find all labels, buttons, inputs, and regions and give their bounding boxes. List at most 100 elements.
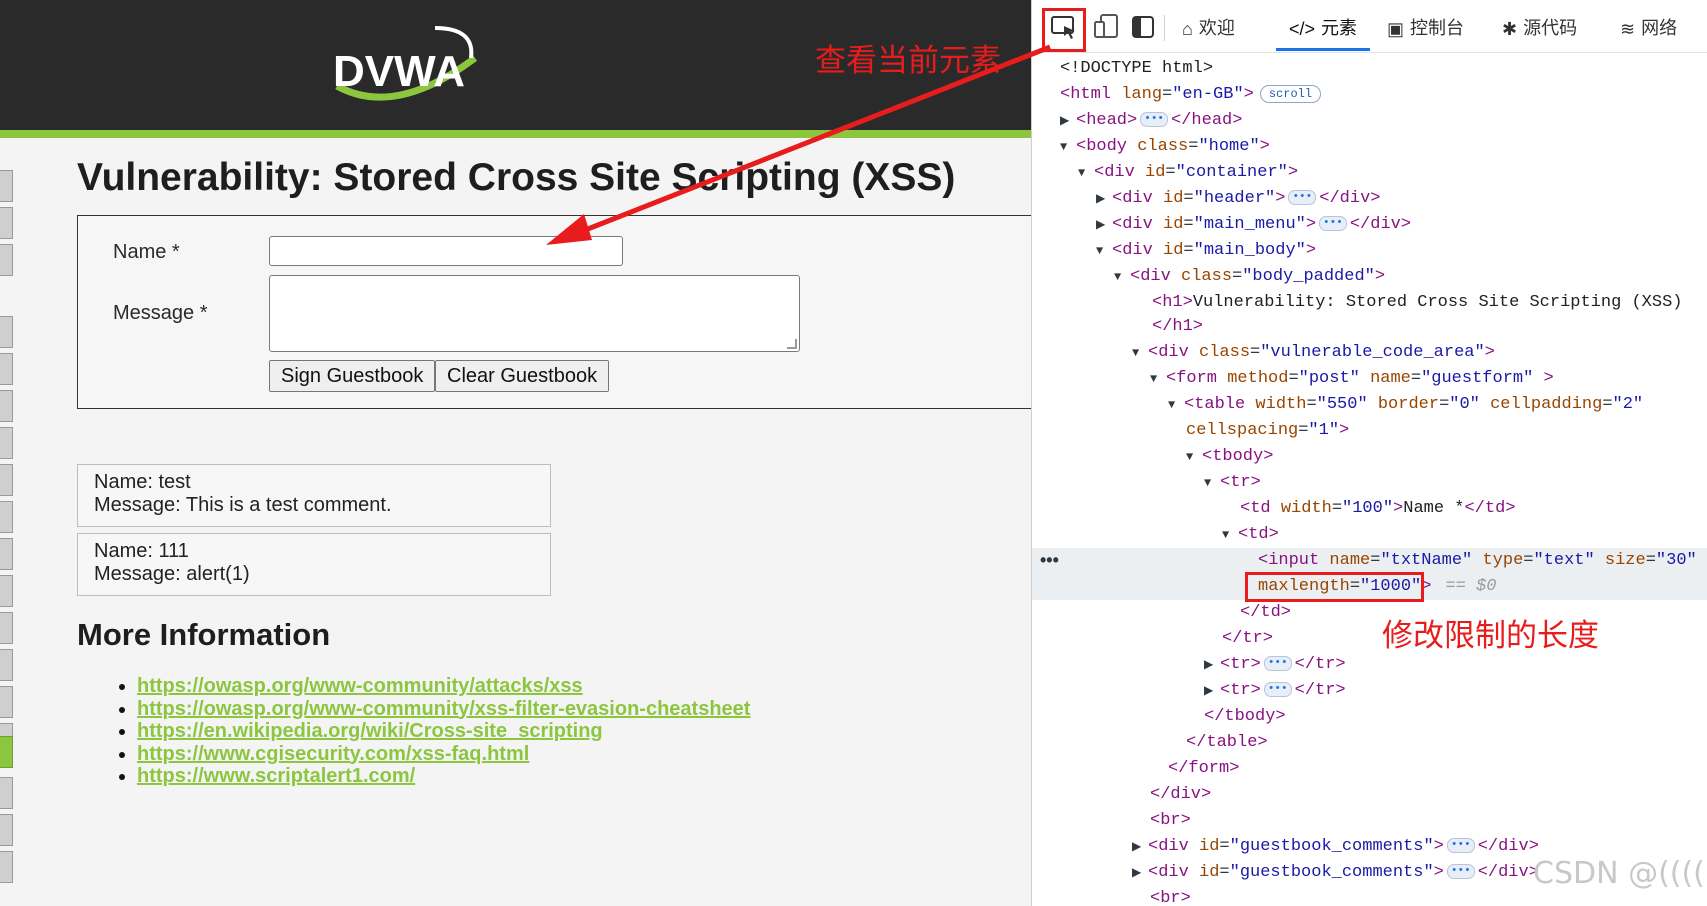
home-icon: ⌂ [1182, 19, 1193, 40]
expand-triangle-icon[interactable]: ▶ [1096, 212, 1112, 238]
guestbook-comment: Name: test Message: This is a test comme… [77, 464, 551, 527]
dom-node[interactable]: <html lang="en-GB"> scroll [1032, 82, 1707, 108]
scroll-badge[interactable]: scroll [1259, 84, 1322, 103]
dom-node[interactable]: ▼ <table width="550" border="0" cellpaddi… [1032, 392, 1707, 418]
comment-message: Message: alert(1) [94, 563, 250, 585]
resize-grip-icon[interactable] [787, 339, 797, 349]
dvwa-logo[interactable]: DVWA [325, 18, 495, 118]
dom-node[interactable]: ▼ <tr> [1032, 470, 1707, 496]
dom-node[interactable]: ▼ <tbody> [1032, 444, 1707, 470]
dom-node[interactable]: ▶ <tr> ••• </tr> [1032, 678, 1707, 704]
expand-triangle-icon[interactable]: ▶ [1096, 186, 1112, 212]
tab-elements[interactable]: </> 元素 [1276, 8, 1370, 51]
sidebar-item[interactable] [0, 686, 13, 718]
dom-node[interactable]: <!DOCTYPE html> [1032, 56, 1707, 82]
sidebar-item[interactable] [0, 777, 13, 809]
ellipsis-icon[interactable]: ••• [1263, 682, 1292, 698]
sidebar-item[interactable] [0, 427, 13, 459]
expand-triangle-icon[interactable]: ▶ [1060, 108, 1076, 134]
dom-node[interactable]: </td> [1032, 600, 1707, 626]
sidebar-item[interactable] [0, 612, 13, 644]
sidebar-item[interactable] [0, 649, 13, 681]
sidebar-item-active[interactable] [0, 736, 13, 768]
collapse-triangle-icon[interactable]: ▼ [1186, 444, 1202, 470]
tab-network[interactable]: ≋ 网络 [1620, 8, 1677, 48]
dom-node[interactable]: ▶ <tr> ••• </tr> [1032, 652, 1707, 678]
comment-message: Message: This is a test comment. [94, 494, 392, 516]
sidebar-item[interactable] [0, 851, 13, 883]
collapse-triangle-icon[interactable]: ▼ [1078, 160, 1094, 186]
sign-guestbook-button[interactable]: Sign Guestbook [269, 360, 436, 392]
dom-node[interactable]: ▼ <div class="body_padded"> [1032, 264, 1707, 290]
reference-link[interactable]: https://owasp.org/www-community/xss-filt… [137, 698, 750, 720]
collapse-triangle-icon[interactable]: ▼ [1060, 134, 1076, 160]
reference-link[interactable]: https://en.wikipedia.org/wiki/Cross-site… [137, 720, 603, 742]
expand-triangle-icon[interactable]: ▶ [1132, 834, 1148, 860]
clear-guestbook-button[interactable]: Clear Guestbook [435, 360, 610, 392]
collapse-triangle-icon[interactable]: ▼ [1168, 392, 1184, 418]
sidebar-item[interactable] [0, 538, 13, 570]
ellipsis-icon[interactable]: ••• [1446, 864, 1475, 880]
reference-link[interactable]: https://www.cgisecurity.com/xss-faq.html [137, 743, 529, 765]
ellipsis-icon[interactable]: ••• [1288, 190, 1317, 206]
tab-welcome[interactable]: ⌂ 欢迎 [1182, 8, 1235, 48]
dom-node-selected[interactable]: <input name="txtName" type="text" size="… [1032, 548, 1707, 574]
sidebar-item[interactable] [0, 353, 13, 385]
sidebar-item[interactable] [0, 207, 13, 239]
collapse-triangle-icon[interactable]: ▼ [1096, 238, 1112, 264]
tab-sources[interactable]: ✱ 源代码 [1502, 8, 1577, 48]
sidebar-item[interactable] [0, 316, 13, 348]
dom-node[interactable]: </div> [1032, 782, 1707, 808]
reference-link[interactable]: https://www.scriptalert1.com/ [137, 765, 415, 787]
dom-node[interactable]: ▼ <body class="home"> [1032, 134, 1707, 160]
collapse-triangle-icon[interactable]: ▼ [1222, 522, 1238, 548]
dom-node[interactable]: </form> [1032, 756, 1707, 782]
sidebar-item[interactable] [0, 575, 13, 607]
collapse-triangle-icon[interactable]: ▼ [1150, 366, 1166, 392]
sidebar-item[interactable] [0, 464, 13, 496]
name-input[interactable] [269, 236, 623, 266]
expand-triangle-icon[interactable]: ▶ [1204, 652, 1220, 678]
dom-node[interactable]: </tbody> [1032, 704, 1707, 730]
dom-node[interactable]: ▶ <div id="header"> ••• </div> [1032, 186, 1707, 212]
tab-console[interactable]: ▣ 控制台 [1387, 8, 1464, 48]
sidebar-item[interactable] [0, 390, 13, 422]
dom-node[interactable]: </table> [1032, 730, 1707, 756]
dom-node[interactable]: ▶ <div id="main_menu"> ••• </div> [1032, 212, 1707, 238]
dom-node[interactable]: cellspacing="1"> [1032, 418, 1707, 444]
dock-side-icon[interactable] [1128, 12, 1158, 42]
message-textarea[interactable] [269, 275, 800, 352]
ellipsis-icon[interactable]: ••• [1263, 656, 1292, 672]
dom-node[interactable]: ▼ <div id="main_body"> [1032, 238, 1707, 264]
row-options-icon[interactable]: ••• [1040, 550, 1059, 571]
dom-node[interactable]: ▼ <div id="container"> [1032, 160, 1707, 186]
dom-node[interactable]: ▶ <head> ••• </head> [1032, 108, 1707, 134]
expand-triangle-icon[interactable]: ▶ [1204, 678, 1220, 704]
collapse-triangle-icon[interactable]: ▼ [1132, 340, 1148, 366]
sidebar-item[interactable] [0, 170, 13, 202]
device-emulation-icon[interactable] [1092, 12, 1122, 42]
ellipsis-icon[interactable]: ••• [1446, 838, 1475, 854]
dom-node[interactable]: </tr> [1032, 626, 1707, 652]
vulnerable-code-area: Name * Message * Sign Guestbook Clear Gu… [77, 215, 1031, 409]
dom-node[interactable]: <td width="100">Name *</td> [1032, 496, 1707, 522]
sidebar-item[interactable] [0, 501, 13, 533]
dom-node[interactable]: <h1>Vulnerability: Stored Cross Site Scr… [1032, 290, 1707, 316]
expand-triangle-icon[interactable]: ▶ [1132, 860, 1148, 886]
dom-node[interactable]: </h1> [1032, 314, 1707, 340]
console-icon: ▣ [1387, 19, 1405, 40]
list-item: https://www.cgisecurity.com/xss-faq.html [137, 743, 750, 766]
ellipsis-icon[interactable]: ••• [1319, 216, 1347, 232]
dom-node[interactable]: ▼ <form method="post" name="guestform" > [1032, 366, 1707, 392]
reference-link[interactable]: https://owasp.org/www-community/attacks/… [137, 675, 583, 697]
collapse-triangle-icon[interactable]: ▼ [1204, 470, 1220, 496]
dom-node[interactable]: ▼ <div class="vulnerable_code_area"> [1032, 340, 1707, 366]
comment-name: Name: test [94, 471, 191, 493]
dom-node[interactable]: ▼ <td> [1032, 522, 1707, 548]
collapse-triangle-icon[interactable]: ▼ [1114, 264, 1130, 290]
sidebar-item[interactable] [0, 244, 13, 276]
dom-node[interactable]: <br> [1032, 808, 1707, 834]
ellipsis-icon[interactable]: ••• [1140, 112, 1169, 128]
list-item: https://en.wikipedia.org/wiki/Cross-site… [137, 720, 750, 743]
sidebar-item[interactable] [0, 814, 13, 846]
